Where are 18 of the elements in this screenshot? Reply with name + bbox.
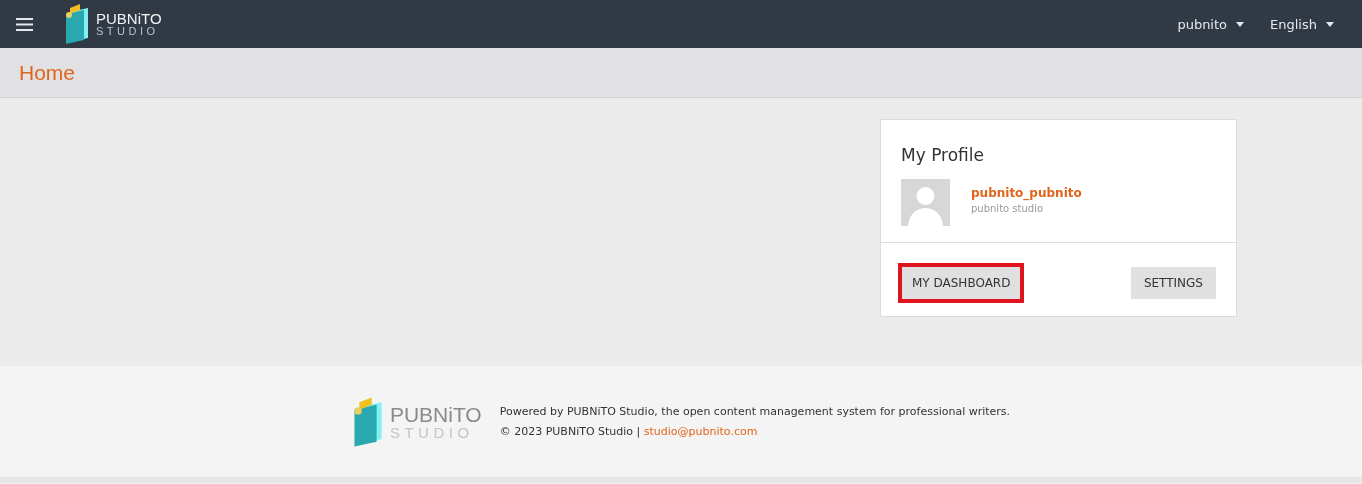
- dropdown-menu[interactable]: pubnito: [1177, 16, 1245, 32]
- page-title: Home: [19, 60, 76, 85]
- logo-name: PUBNiTO: [389, 403, 482, 425]
- user-subtitle: pubnito studio: [971, 203, 1045, 214]
- logo-name: PUBNiTO: [96, 11, 162, 26]
- book-logo-icon: [64, 4, 90, 44]
- settings-button[interactable]: SETTINGS: [1130, 267, 1216, 299]
- caret-icon: [1326, 21, 1334, 27]
- menu-icon[interactable]: [16, 17, 33, 31]
- dropdown-menu[interactable]: English: [1270, 16, 1334, 32]
- avatar-icon: [901, 179, 950, 226]
- caret-icon: [1236, 21, 1245, 27]
- card-title: My Profile: [901, 145, 985, 165]
- copyright-text: © 2023 PUBNiTO Studio | studio@pubnito.com: [499, 425, 759, 438]
- logo-subtitle: STUDIO: [96, 26, 160, 37]
- dashboard-button[interactable]: MY DASHBOARD: [898, 263, 1025, 303]
- footer-tagline: Powered by PUBNiTO Studio, the open content management system for professional writers.: [499, 405, 1011, 418]
- book-logo-icon: [351, 396, 384, 447]
